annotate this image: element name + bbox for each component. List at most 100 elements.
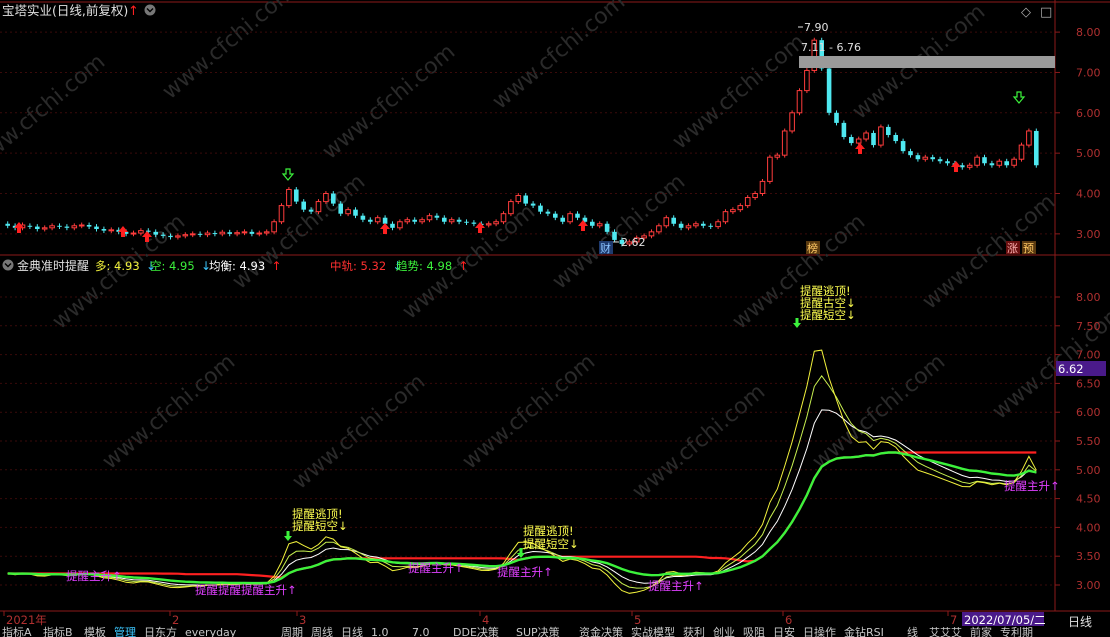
candle-body xyxy=(730,209,736,213)
candle-body xyxy=(982,157,987,164)
candle-body xyxy=(204,232,211,236)
bottom-tab[interactable]: 获利 xyxy=(683,626,705,637)
bottom-tab[interactable]: everyday xyxy=(185,626,237,637)
candle-body xyxy=(301,201,306,210)
svg-text:6.62: 6.62 xyxy=(1058,362,1084,376)
candle-body xyxy=(168,235,173,238)
bottom-tab[interactable]: 日东方 xyxy=(144,625,177,637)
price-tick-label: 7.00 xyxy=(1076,66,1101,79)
candle-body xyxy=(567,213,573,223)
period-label[interactable]: 日线 xyxy=(1068,615,1092,629)
bottom-tab[interactable]: 日线 xyxy=(341,625,363,637)
candle-body xyxy=(35,226,40,230)
dropdown-icon[interactable] xyxy=(144,4,156,16)
bottom-tab[interactable]: 艾艾艾 xyxy=(929,626,962,637)
candle-body xyxy=(737,205,744,211)
bottom-tab[interactable]: 吸阻 xyxy=(743,626,765,637)
candle-body xyxy=(57,225,62,227)
watermark-text: www.cfchi.com xyxy=(668,29,810,154)
indicator-tick-label: 7.00 xyxy=(1076,349,1101,362)
bottom-tab[interactable]: 模板 xyxy=(84,625,106,637)
candle-body xyxy=(545,211,551,214)
bottom-tab[interactable]: SUP决策 xyxy=(516,625,560,637)
time-axis-label: 4 xyxy=(482,613,489,627)
bottom-tab[interactable]: 线 xyxy=(907,625,918,637)
time-axis-label: 6 xyxy=(785,613,792,627)
diamond-icon[interactable]: ◇ xyxy=(1021,5,1031,20)
buy-arrow-icon xyxy=(951,161,961,172)
indicator-tick-label: 7.50 xyxy=(1076,320,1101,333)
candle-body xyxy=(353,209,358,216)
range-label: 7.11 - 6.76 xyxy=(801,41,861,54)
signal-main-rise: 提醒主升↑ xyxy=(66,569,122,583)
indicator-dropdown-icon[interactable] xyxy=(2,259,14,271)
candle-body xyxy=(78,224,85,227)
candle-body xyxy=(249,231,255,234)
bottom-tab[interactable]: 指标A xyxy=(2,625,32,637)
candle-body xyxy=(841,122,847,138)
candle-body xyxy=(685,225,692,229)
signal-main-rise: 提醒提醒提醒主升↑ xyxy=(195,583,297,597)
candle-body xyxy=(1018,144,1025,160)
candle-body xyxy=(271,221,277,233)
candle-body xyxy=(855,138,862,144)
candle-body xyxy=(1004,161,1009,166)
bottom-tab[interactable]: 日操作 xyxy=(803,625,836,637)
candle-body xyxy=(871,132,876,146)
candle-body xyxy=(500,213,507,223)
bottom-tab[interactable]: 创业 xyxy=(713,626,735,637)
indicator-tick-label: 6.50 xyxy=(1076,377,1101,390)
bottom-tab[interactable]: 指标B xyxy=(43,625,73,637)
date-box-label: 2022/07/05/二 xyxy=(964,613,1046,627)
maximize-icon[interactable]: □ xyxy=(1040,5,1052,20)
candle-body xyxy=(345,209,351,215)
candle-body xyxy=(796,90,803,114)
signal-main-rise: 提醒主升↑ xyxy=(408,561,464,575)
candle-body xyxy=(49,225,55,229)
price-tick-label: 8.00 xyxy=(1076,26,1101,39)
indicator-lines xyxy=(7,349,1037,594)
candle-body xyxy=(94,226,99,230)
bottom-tab[interactable]: DDE决策 xyxy=(453,625,499,637)
stock-title: 宝塔实业(日线,前复权) xyxy=(2,3,128,18)
candle-body xyxy=(701,223,706,226)
price-axis: 8.00 7.00 6.00 5.00 4.00 3.00 xyxy=(1055,26,1101,241)
candle-body xyxy=(804,69,810,92)
candle-body xyxy=(922,156,929,160)
candle-body xyxy=(974,156,980,166)
bottom-tab[interactable]: 1.0 xyxy=(371,626,389,637)
candle-body xyxy=(464,221,469,223)
candle-body xyxy=(530,203,536,206)
bottom-tab[interactable]: 资金决策 xyxy=(579,625,623,637)
candle-body xyxy=(485,223,492,226)
candle-body xyxy=(656,225,662,233)
qushi-line xyxy=(7,451,1037,585)
bottom-tab[interactable]: 前家 xyxy=(970,625,992,637)
bottom-tab[interactable]: 日安 xyxy=(773,625,795,637)
bottom-tab[interactable]: 7.0 xyxy=(412,626,430,637)
indicator-header: 金典准时提醒 多: 4.93 ↓空: 4.95 ↓均衡: 4.93 ↑ 中轨: 5.32… xyxy=(2,258,469,273)
candle-body xyxy=(908,151,913,156)
bottom-tab[interactable]: 专利期 xyxy=(1000,625,1033,637)
candle-body xyxy=(515,195,522,203)
candle-body xyxy=(560,217,565,222)
candle-body xyxy=(294,189,299,202)
candle-body xyxy=(826,68,832,113)
bottom-tab[interactable]: 管理 xyxy=(114,625,136,637)
bottom-tab[interactable]: 金钻RSI xyxy=(844,625,884,637)
indicator-legend-item: 均衡: 4.93 ↑ xyxy=(209,259,282,273)
bottom-tab-bar: 指标A 指标B 模板 管理 日东方 everyday 周期 周线 日线 1.0 7.0 DDE决策 SU… xyxy=(2,625,1033,637)
candle-body xyxy=(1034,130,1039,166)
bottom-tab[interactable]: 周线 xyxy=(311,625,333,637)
bottom-tab[interactable]: 周期 xyxy=(281,626,303,637)
badge-yu: 预 xyxy=(1022,241,1036,255)
indicator-tick-label: 4.00 xyxy=(1076,521,1101,534)
watermark-text: www.cfchi.com xyxy=(458,349,600,474)
watermark-text: www.cfchi.com xyxy=(548,169,690,294)
candle-body xyxy=(538,205,543,212)
sell-arrow-icon xyxy=(281,168,295,181)
bottom-tab[interactable]: 实战模型 xyxy=(631,625,675,637)
candle-body xyxy=(153,231,158,235)
svg-text:空: 4.95: 空: 4.95 xyxy=(150,259,195,273)
candle-body xyxy=(575,213,580,218)
